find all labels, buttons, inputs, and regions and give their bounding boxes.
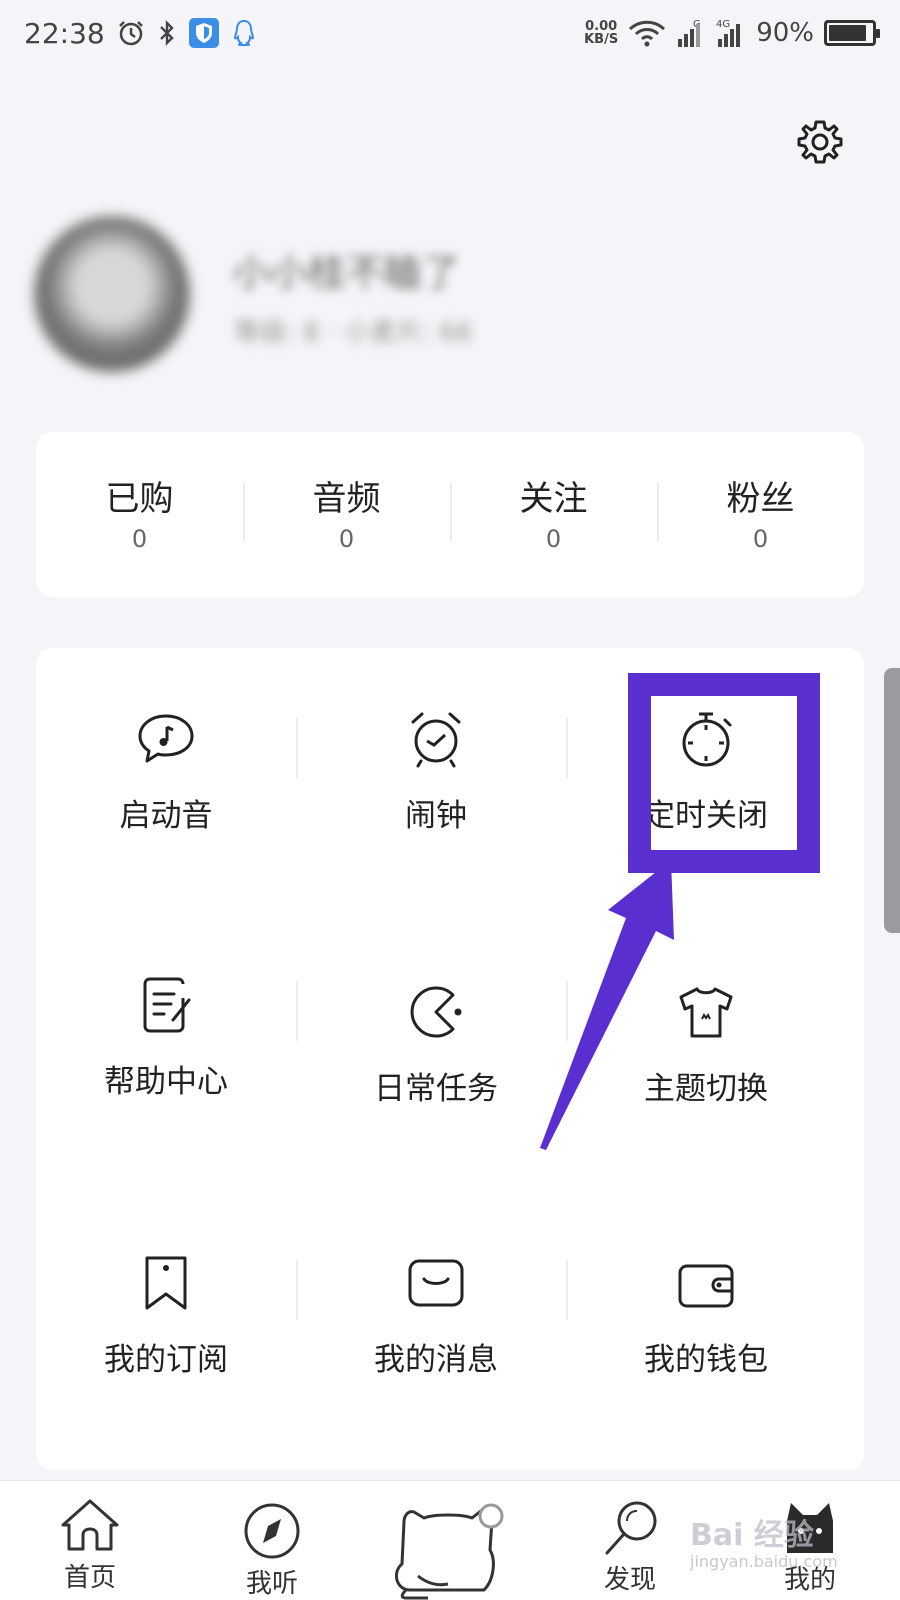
watermark-url: jingyan.baidu.com [690, 1552, 838, 1571]
cat-mascot-icon[interactable] [388, 1494, 512, 1600]
nav-label: 发现 [603, 1565, 656, 1595]
stat-value: 0 [752, 524, 769, 553]
wallet-icon [678, 1264, 734, 1308]
network-speed: 0.00 KB/S [584, 20, 618, 46]
settings-gear-icon[interactable] [796, 118, 844, 166]
nav-listen[interactable]: 我听 [212, 1501, 332, 1600]
home-icon [61, 1499, 119, 1551]
signal-2-label: 4G [716, 19, 730, 30]
watermark: Bai 经验 [690, 1518, 814, 1553]
stat-audio[interactable]: 音频 0 [243, 477, 450, 553]
qq-icon [233, 19, 254, 46]
feature-help-center[interactable]: 帮助中心 [66, 974, 266, 1101]
pacman-icon [410, 986, 462, 1038]
network-speed-unit: KB/S [584, 32, 619, 47]
wifi-icon [629, 20, 666, 47]
grid-divider [566, 718, 568, 778]
stat-value: 0 [338, 524, 355, 553]
stat-label: 音频 [312, 478, 381, 519]
username[interactable]: 小小桂不瞌了 [232, 242, 460, 297]
grid-divider [296, 718, 298, 778]
stat-followers[interactable]: 粉丝 0 [657, 477, 864, 553]
stat-purchased[interactable]: 已购 0 [36, 477, 243, 553]
nav-label: 首页 [63, 1563, 116, 1593]
nav-label: 我听 [245, 1569, 298, 1599]
music-bubble-icon [138, 714, 194, 763]
feature-label: 启动音 [119, 798, 213, 834]
status-right: 0.00 KB/S G 4G 90% [584, 17, 880, 49]
scrollbar-thumb[interactable] [884, 668, 900, 933]
stat-value: 0 [545, 524, 562, 553]
bookmark-icon [145, 1256, 187, 1310]
edit-note-icon [143, 977, 191, 1033]
signal-icon: G [678, 19, 701, 47]
feature-label: 闹钟 [405, 798, 467, 834]
feature-daily-tasks[interactable]: 日常任务 [336, 981, 536, 1108]
feature-my-messages[interactable]: 我的消息 [336, 1252, 536, 1379]
discover-search-icon [605, 1501, 657, 1555]
feature-alarm[interactable]: 闹钟 [336, 708, 536, 835]
feature-label: 我的消息 [374, 1342, 498, 1378]
status-time: 22:38 [24, 16, 105, 50]
stat-following[interactable]: 关注 0 [450, 477, 657, 553]
compass-icon [244, 1503, 300, 1559]
nav-home[interactable]: 首页 [30, 1495, 150, 1594]
feature-label: 我的订阅 [104, 1342, 228, 1378]
status-left: 22:38 [24, 17, 257, 50]
battery-icon [824, 20, 880, 46]
avatar[interactable] [34, 216, 190, 372]
message-icon [408, 1259, 464, 1307]
stat-label: 关注 [519, 478, 588, 519]
alarm-clock-icon [411, 712, 461, 768]
stat-value: 0 [131, 524, 148, 553]
user-stats-line: 等级: 8 · 小麦片: 66 [234, 318, 473, 348]
grid-divider [296, 981, 298, 1041]
feature-label: 主题切换 [644, 1071, 768, 1107]
feature-my-subscriptions[interactable]: 我的订阅 [66, 1252, 266, 1379]
highlight-box [628, 673, 820, 873]
grid-divider [566, 981, 568, 1041]
grid-divider [296, 1260, 298, 1320]
shield-app-icon [188, 18, 219, 48]
feature-startup-sound[interactable]: 启动音 [66, 708, 266, 835]
stat-label: 已购 [105, 478, 174, 519]
feature-label: 日常任务 [374, 1071, 498, 1107]
stat-label: 粉丝 [726, 478, 795, 519]
tshirt-icon [679, 987, 733, 1038]
battery-fill [829, 25, 867, 41]
feature-my-wallet[interactable]: 我的钱包 [606, 1252, 806, 1379]
status-bar: 22:38 0.00 KB/S G [0, 0, 900, 66]
stats-card: 已购 0 音频 0 关注 0 粉丝 0 [36, 432, 864, 597]
battery-percent: 90% [756, 18, 814, 48]
feature-label: 帮助中心 [104, 1064, 228, 1100]
feature-label: 我的钱包 [644, 1342, 768, 1378]
bluetooth-icon [159, 20, 174, 46]
nav-discover[interactable]: 发现 [570, 1497, 690, 1596]
alarm-status-icon [118, 21, 143, 46]
signal-4g-icon: 4G [716, 19, 741, 47]
grid-divider [566, 1260, 568, 1320]
feature-theme-switch[interactable]: 主题切换 [606, 981, 806, 1108]
